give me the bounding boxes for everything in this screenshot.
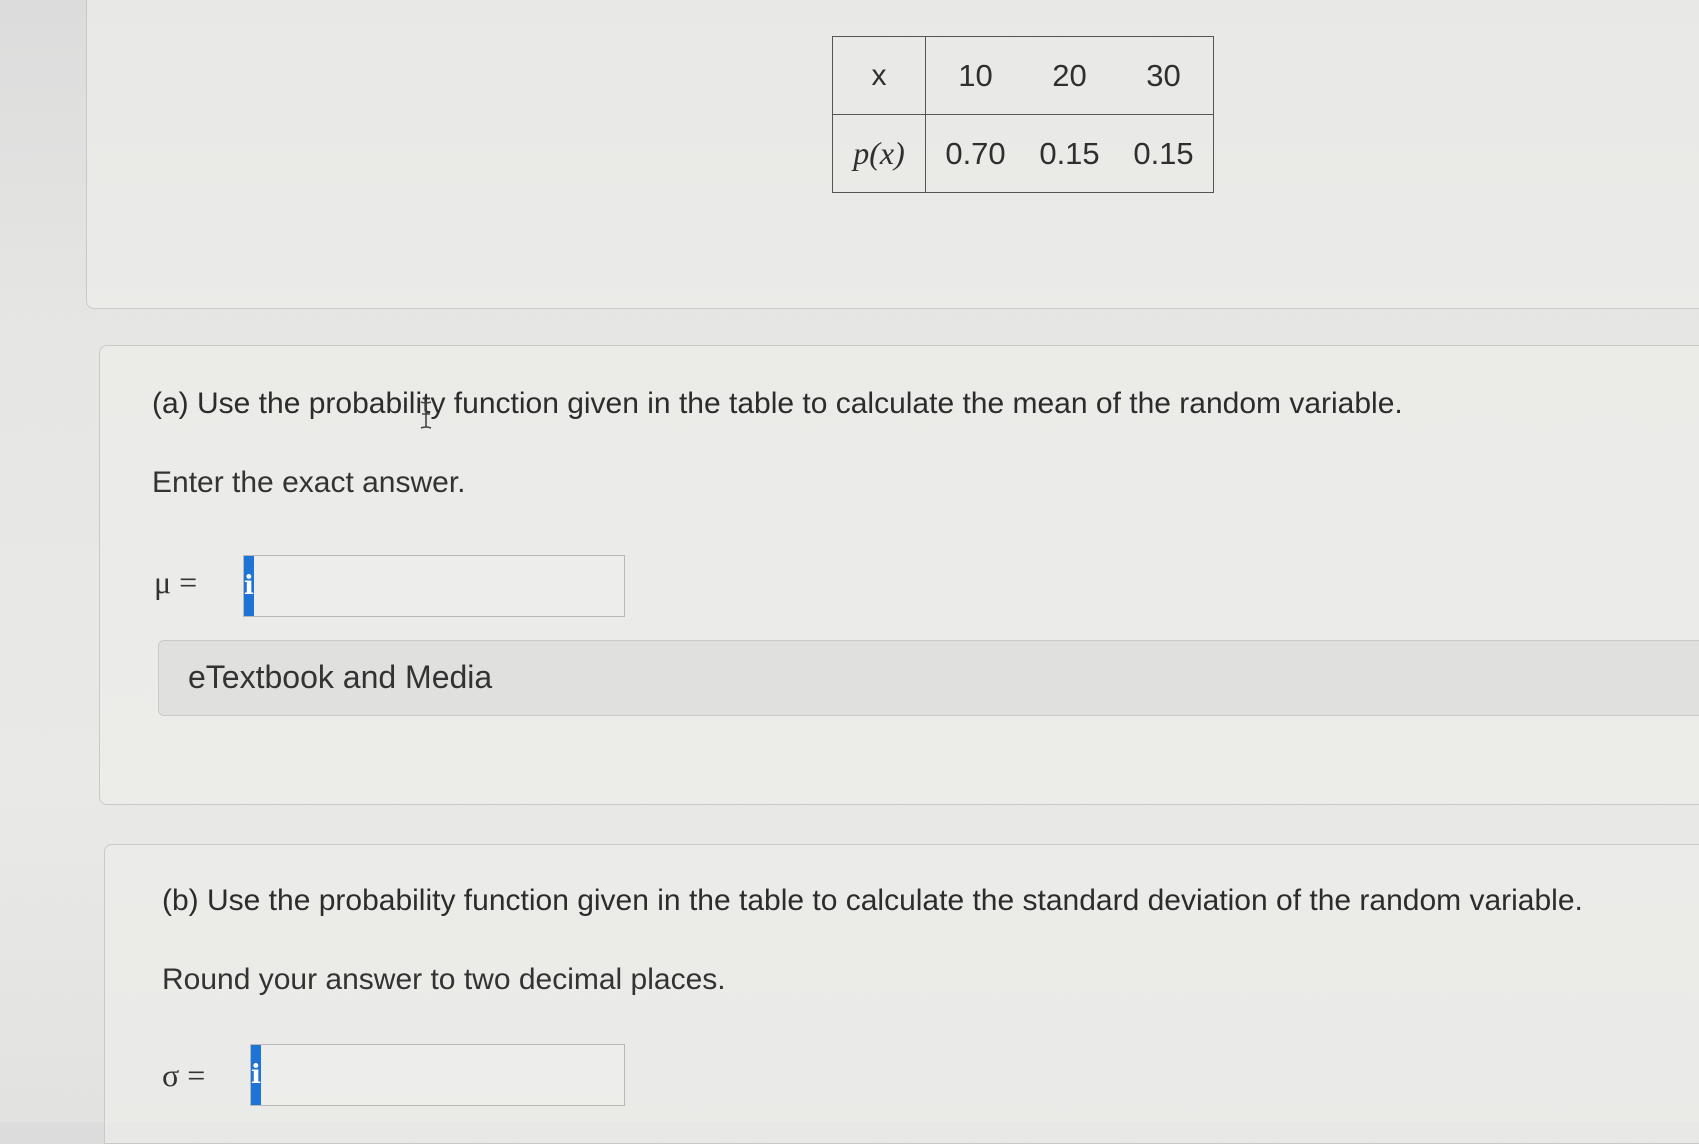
std-dev-answer-box: i — [250, 1044, 642, 1106]
text-cursor-icon — [420, 401, 432, 429]
table-x-values: 10 20 30 — [925, 36, 1214, 115]
info-icon[interactable]: i — [244, 556, 254, 616]
part-b-instruction: Round your answer to two decimal places. — [162, 963, 726, 996]
info-icon[interactable]: i — [251, 1045, 261, 1105]
part-a-instruction: Enter the exact answer. — [152, 466, 466, 499]
etextbook-media-bar[interactable]: eTextbook and Media — [158, 640, 1699, 716]
part-b-question: (b) Use the probability function given i… — [162, 884, 1583, 917]
mu-symbol: μ = — [154, 564, 198, 600]
table-header-px: p(x) — [832, 114, 926, 193]
table-cell-px-2: 0.15 — [1039, 135, 1100, 171]
mean-input[interactable] — [253, 556, 635, 616]
std-dev-input[interactable] — [260, 1045, 642, 1105]
table-cell-px-3: 0.15 — [1133, 135, 1194, 171]
part-a-question: (a) Use the probability function given i… — [152, 387, 1403, 420]
table-cell-px-1: 0.70 — [945, 135, 1006, 171]
table-cell-x-2: 20 — [1052, 57, 1087, 93]
table-px-values: 0.70 0.15 0.15 — [925, 114, 1214, 193]
table-row-px: p(x) 0.70 0.15 0.15 — [832, 114, 1214, 193]
probability-table: x 10 20 30 p(x) 0.70 0.15 0.15 — [832, 36, 1214, 193]
mean-answer-box: i — [243, 555, 635, 617]
table-cell-x-3: 30 — [1146, 57, 1181, 93]
table-row-x: x 10 20 30 — [832, 36, 1214, 115]
etextbook-media-label: eTextbook and Media — [188, 659, 493, 695]
sigma-symbol: σ = — [162, 1057, 206, 1093]
table-cell-x-1: 10 — [958, 57, 993, 93]
table-header-x: x — [832, 36, 926, 115]
